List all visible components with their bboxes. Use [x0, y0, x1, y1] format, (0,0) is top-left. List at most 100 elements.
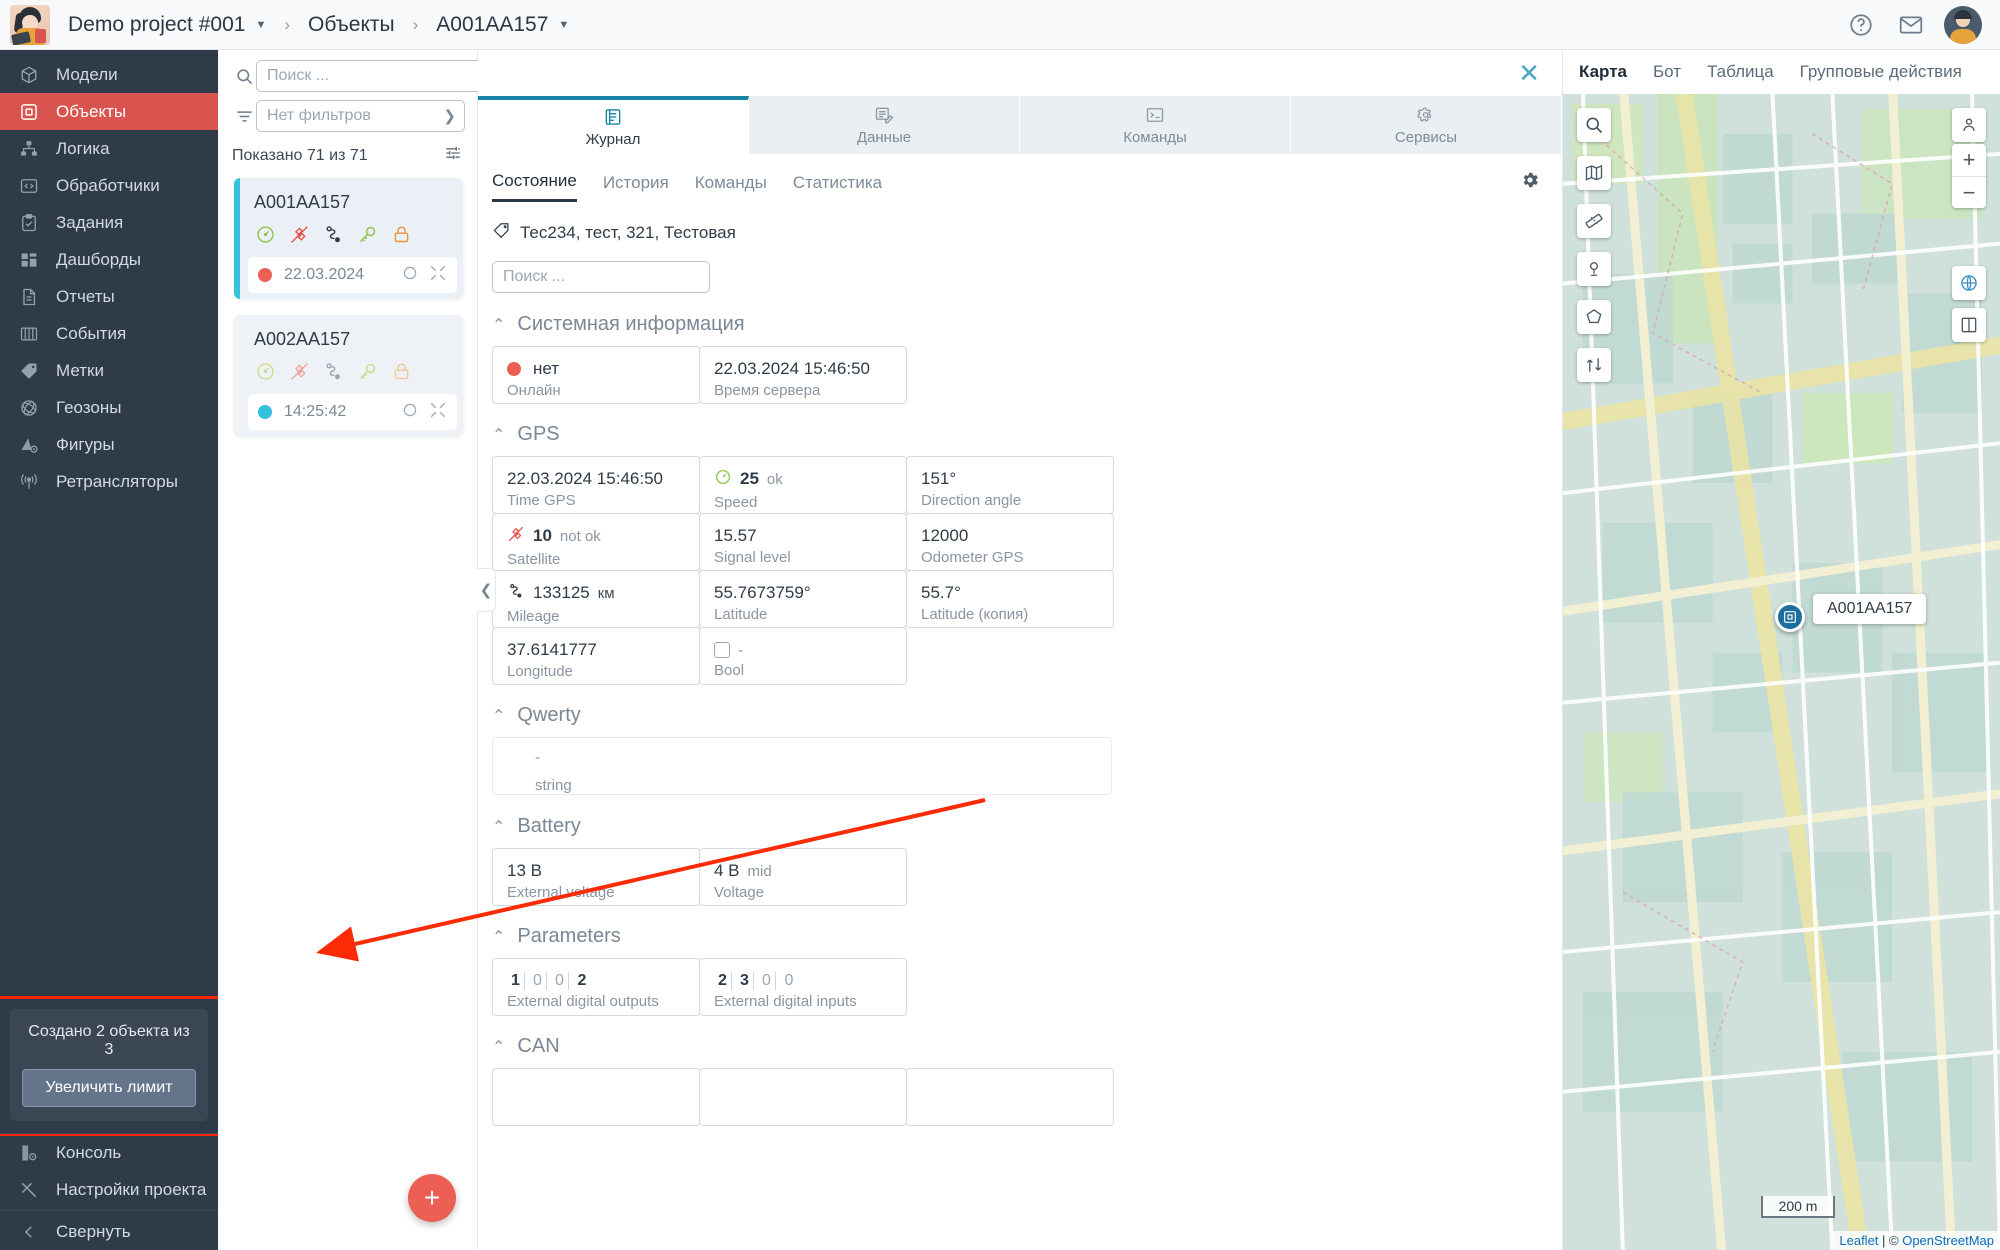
sidebar-item-objects[interactable]: Объекты [0, 93, 218, 130]
map-search-icon[interactable] [1577, 108, 1611, 142]
sidebar-item-shapes[interactable]: Фигуры [0, 426, 218, 463]
state-scroll-area[interactable]: ⌃ Системная информация нет Онлайн 22.03.… [478, 293, 1562, 1250]
field-value-text: 25 [740, 469, 759, 489]
sidebar-item-handlers[interactable]: Обработчики [0, 167, 218, 204]
tab-group-actions[interactable]: Групповые действия [1800, 62, 1962, 82]
object-card-A002AA157[interactable]: A002AA157 14:25:42 [234, 315, 463, 436]
section-header-gps[interactable]: ⌃ GPS [478, 403, 1562, 456]
top-bar: Demo project #001 ▼ › Объекты › A001AA15… [0, 0, 2000, 50]
map-canvas[interactable]: + − A001AA157 200 m Leaflet | © OpenStre… [1563, 94, 2000, 1250]
breadcrumb-objects[interactable]: Объекты [304, 9, 399, 41]
tab-journal[interactable]: Журнал [478, 96, 749, 154]
person-pin-icon[interactable] [1952, 108, 1986, 142]
route-measure-icon[interactable] [1577, 348, 1611, 382]
sidebar-item-console[interactable]: Консоль [0, 1134, 218, 1171]
state-search-input[interactable] [492, 261, 710, 293]
field-value-unit: км [598, 585, 615, 602]
subtab-commands[interactable]: Команды [695, 173, 767, 201]
sidebar-item-reports[interactable]: Отчеты [0, 278, 218, 315]
mail-icon[interactable] [1894, 8, 1928, 42]
subtab-history[interactable]: История [603, 173, 669, 201]
object-tags: Тес234, тест, 321, Тестовая [520, 223, 736, 243]
help-icon[interactable] [1844, 8, 1878, 42]
satellite-off-icon[interactable] [288, 360, 310, 382]
sidebar-item-label: Свернуть [56, 1222, 131, 1242]
sidebar-item-tags[interactable]: Метки [0, 352, 218, 389]
fit-bounds-icon[interactable] [1952, 308, 1986, 342]
route-icon [507, 582, 525, 605]
objects-search-input[interactable] [256, 60, 485, 92]
place-marker-icon[interactable] [1577, 252, 1611, 286]
breadcrumb-object[interactable]: A001AA157 ▼ [432, 9, 573, 41]
tab-table[interactable]: Таблица [1707, 62, 1774, 82]
map-attribution: Leaflet | © OpenStreetMap [1833, 1231, 2000, 1250]
object-card-actions [401, 401, 447, 424]
sidebar-item-events[interactable]: События [0, 315, 218, 352]
zoom-out-button[interactable]: − [1952, 176, 1986, 208]
key-icon[interactable] [356, 223, 378, 245]
fit-bounds-icon[interactable] [429, 264, 447, 287]
lock-icon[interactable] [390, 223, 412, 245]
checkbox-icon[interactable] [714, 642, 730, 658]
sidebar-item-models[interactable]: Модели [0, 56, 218, 93]
sidebar-item-dashboards[interactable]: Дашборды [0, 241, 218, 278]
objects-filter-select[interactable]: Нет фильтров ❯ [256, 100, 465, 132]
tab-services[interactable]: Сервисы [1291, 96, 1562, 154]
add-object-button[interactable]: + [408, 1174, 456, 1222]
lock-icon[interactable] [390, 360, 412, 382]
map-object-marker[interactable] [1775, 602, 1805, 632]
close-icon[interactable]: ✕ [1518, 60, 1540, 86]
section-header-system[interactable]: ⌃ Системная информация [478, 293, 1562, 346]
section-grid-battery: 13 В External voltage 4 В mid Voltage [478, 848, 1562, 905]
target-icon[interactable] [401, 264, 419, 287]
tab-map[interactable]: Карта [1579, 62, 1627, 82]
user-avatar[interactable] [1944, 6, 1982, 44]
tab-bot[interactable]: Бот [1653, 62, 1681, 82]
route-icon[interactable] [322, 223, 344, 245]
broadcast-icon [16, 472, 42, 492]
zoom-in-button[interactable]: + [1952, 144, 1986, 176]
section-header-battery[interactable]: ⌃ Battery [478, 795, 1562, 848]
subtab-state[interactable]: Состояние [492, 171, 577, 202]
subtab-statistics[interactable]: Статистика [793, 173, 882, 201]
section-header-qwerty[interactable]: ⌃ Qwerty [478, 684, 1562, 737]
key-icon[interactable] [356, 360, 378, 382]
polygon-icon[interactable] [1577, 300, 1611, 334]
field-value: 22.03.2024 15:46:50 [714, 359, 892, 379]
layers-map-icon[interactable] [1577, 156, 1611, 190]
route-icon[interactable] [322, 360, 344, 382]
increase-limit-button[interactable]: Увеличить лимит [22, 1069, 196, 1107]
section-header-can[interactable]: ⌃ CAN [478, 1015, 1562, 1068]
field-value: 12000 [921, 526, 1099, 546]
gear-icon[interactable] [1520, 170, 1540, 203]
field-value: - [535, 749, 1097, 766]
fit-bounds-icon[interactable] [429, 401, 447, 424]
sidebar-item-geozones[interactable]: Геозоны [0, 389, 218, 426]
panel-collapse-handle[interactable]: ❮ [477, 568, 496, 612]
satellite-layer-icon[interactable] [1952, 266, 1986, 300]
sidebar-item-project-settings[interactable]: Настройки проекта [0, 1171, 218, 1208]
breadcrumb-project[interactable]: Demo project #001 ▼ [64, 9, 270, 41]
sidebar-item-collapse[interactable]: Свернуть [0, 1213, 218, 1250]
object-card-A001AA157[interactable]: A001AA157 22.03.2024 [234, 178, 463, 299]
section-header-parameters[interactable]: ⌃ Parameters [478, 905, 1562, 958]
tab-commands[interactable]: Команды [1020, 96, 1291, 154]
satellite-off-icon[interactable] [288, 223, 310, 245]
map-scale-bar: 200 m [1761, 1196, 1835, 1218]
sidebar-item-logic[interactable]: Логика [0, 130, 218, 167]
speedometer-icon[interactable] [254, 223, 276, 245]
target-icon[interactable] [401, 401, 419, 424]
leaflet-link[interactable]: Leaflet [1839, 1233, 1878, 1248]
app-root: Demo project #001 ▼ › Объекты › A001AA15… [0, 0, 2000, 1250]
osm-link[interactable]: OpenStreetMap [1902, 1233, 1994, 1248]
filter-icon [232, 107, 256, 126]
tab-label: Сервисы [1395, 129, 1457, 146]
sliders-icon[interactable] [443, 143, 463, 168]
speedometer-icon[interactable] [254, 360, 276, 382]
ruler-icon[interactable] [1577, 204, 1611, 238]
sidebar-item-tasks[interactable]: Задания [0, 204, 218, 241]
tab-data[interactable]: Данные [749, 96, 1020, 154]
project-name: Demo project #001 [68, 13, 245, 37]
field-value: 55.7° [921, 583, 1099, 603]
sidebar-item-retranslators[interactable]: Ретрансляторы [0, 463, 218, 500]
